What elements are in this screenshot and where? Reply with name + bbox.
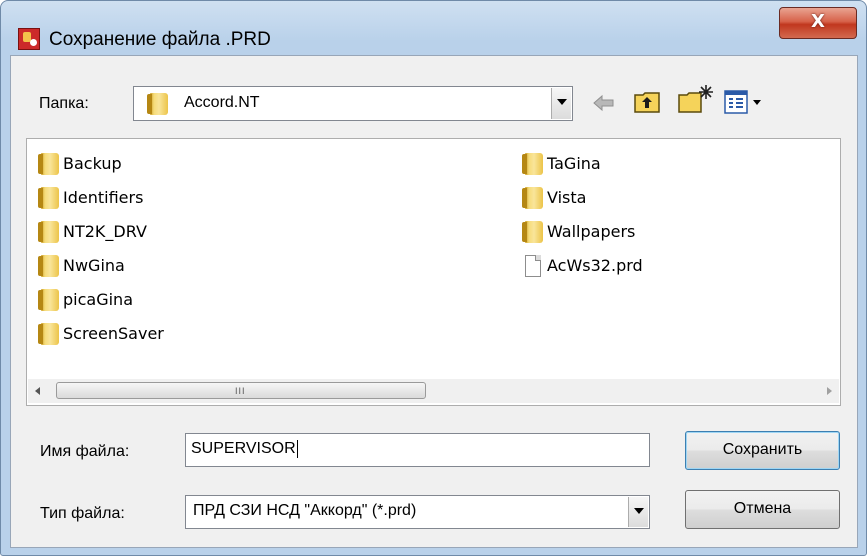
folder-icon	[38, 221, 59, 243]
scrollbar-thumb[interactable]: III	[56, 382, 426, 399]
window-title: Сохранение файла .PRD	[49, 29, 271, 50]
location-label: Папка:	[39, 95, 89, 112]
filetype-select[interactable]: ПРД СЗИ НСД "Аккорд" (*.prd)	[185, 495, 650, 529]
filename-value: SUPERVISOR	[191, 440, 296, 457]
view-menu-icon[interactable]	[723, 88, 765, 116]
save-button[interactable]: Сохранить	[685, 431, 840, 470]
folder-icon	[522, 187, 543, 209]
folder-icon	[522, 153, 543, 175]
close-icon: X	[811, 11, 825, 32]
back-arrow-icon[interactable]	[591, 92, 617, 114]
folder-icon	[522, 221, 543, 243]
app-icon	[18, 28, 40, 50]
up-folder-icon[interactable]	[633, 88, 663, 116]
horizontal-scrollbar[interactable]: III	[28, 379, 839, 403]
title-bar[interactable]: Сохранение файла .PRD X	[1, 1, 866, 50]
folder-icon	[38, 289, 59, 311]
chevron-down-icon[interactable]	[551, 88, 571, 119]
text-caret	[296, 439, 298, 458]
location-combobox[interactable]: Accord.NT	[133, 86, 573, 121]
folder-icon	[38, 187, 59, 209]
folder-icon	[38, 323, 59, 345]
filename-label: Имя файла:	[40, 443, 130, 460]
close-button[interactable]: X	[779, 7, 857, 39]
filetype-label: Тип файла:	[40, 505, 125, 522]
grip-icon: III	[235, 386, 246, 396]
cancel-button[interactable]: Отмена	[685, 490, 840, 529]
file-list[interactable]: Backup Identifiers NT2K_DRV NwGina picaG…	[26, 138, 841, 406]
filetype-value: ПРД СЗИ НСД "Аккорд" (*.prd)	[193, 502, 417, 519]
filename-input[interactable]: SUPERVISOR	[185, 433, 650, 467]
file-icon	[525, 255, 541, 277]
new-folder-icon[interactable]	[677, 83, 715, 115]
chevron-down-icon[interactable]	[628, 497, 648, 527]
folder-icon	[38, 255, 59, 277]
folder-icon	[38, 153, 59, 175]
folder-icon	[147, 93, 168, 115]
location-value: Accord.NT	[184, 94, 260, 111]
scroll-left-icon[interactable]	[28, 379, 48, 403]
scroll-right-icon[interactable]	[819, 379, 839, 403]
